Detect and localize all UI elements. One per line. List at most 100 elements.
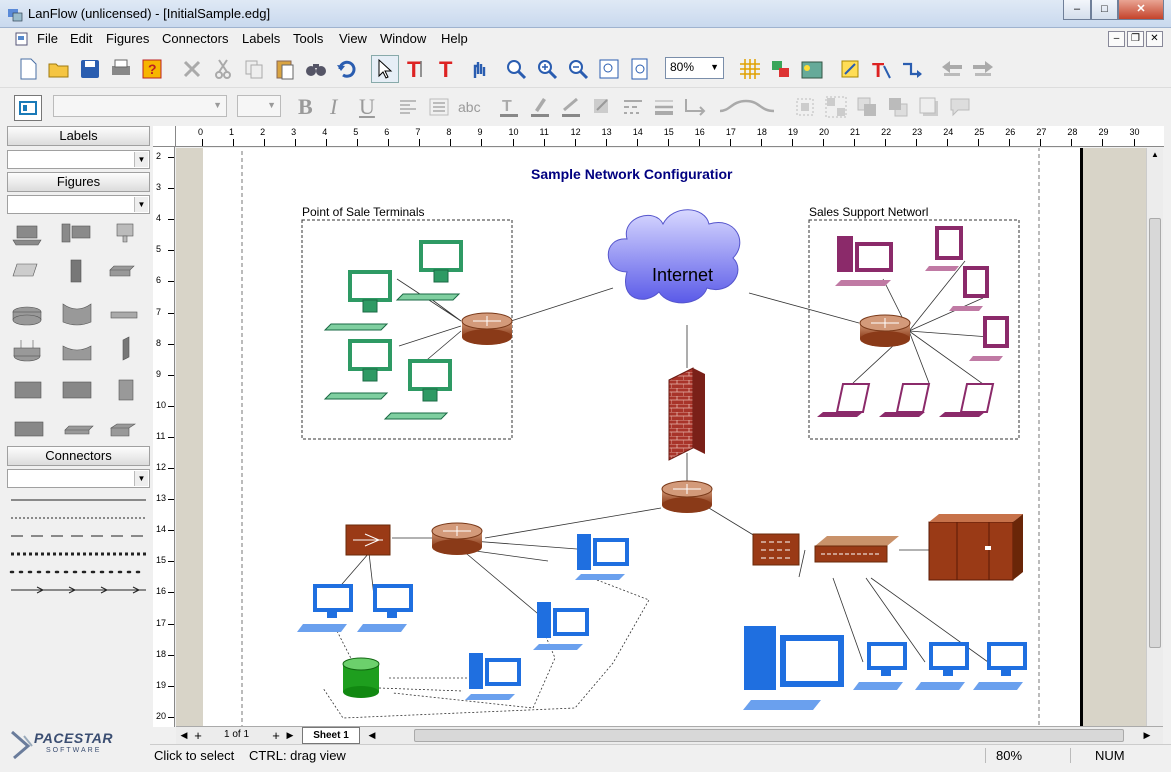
arrow-right-icon[interactable] bbox=[971, 57, 995, 81]
router-core[interactable] bbox=[661, 480, 713, 513]
undo-icon[interactable] bbox=[335, 57, 359, 81]
pan-hand-icon[interactable] bbox=[466, 57, 490, 81]
drawing-canvas[interactable]: Sample Network Configuratior Point of Sa… bbox=[176, 148, 1146, 726]
zoom-icon[interactable] bbox=[504, 57, 528, 81]
horizontal-scroll-thumb[interactable] bbox=[414, 729, 1124, 742]
connector-tool-icon[interactable] bbox=[900, 57, 924, 81]
zoom-in-icon[interactable] bbox=[535, 57, 559, 81]
send-back-icon[interactable] bbox=[886, 95, 910, 119]
curve-line-icon[interactable] bbox=[717, 95, 777, 119]
close-button[interactable]: ✕ bbox=[1118, 0, 1164, 20]
sheet-tab-1[interactable]: Sheet 1 bbox=[302, 727, 360, 744]
zoom-select[interactable]: 80% ▼ bbox=[665, 57, 724, 79]
select-pointer-icon[interactable] bbox=[371, 55, 399, 83]
drawing-page[interactable]: Sample Network Configuratior Point of Sa… bbox=[203, 148, 1083, 726]
router-lan[interactable] bbox=[431, 522, 483, 555]
labels-panel-header[interactable]: Labels bbox=[7, 126, 150, 146]
line-weight-icon[interactable] bbox=[652, 95, 676, 119]
group-left-label[interactable]: Point of Sale Terminals bbox=[302, 205, 425, 219]
align-objects-icon[interactable] bbox=[793, 95, 817, 119]
abc-spellcheck-button[interactable]: abc bbox=[458, 99, 481, 115]
menu-tools[interactable]: Tools bbox=[293, 31, 323, 46]
menu-figures[interactable]: Figures bbox=[106, 31, 149, 46]
menu-labels[interactable]: Labels bbox=[242, 31, 280, 46]
delete-icon[interactable] bbox=[180, 57, 204, 81]
justify-icon[interactable] bbox=[427, 95, 451, 119]
fill-color-icon[interactable] bbox=[14, 95, 42, 121]
group-icon[interactable] bbox=[824, 95, 848, 119]
menu-help[interactable]: Help bbox=[441, 31, 468, 46]
shadow-icon[interactable] bbox=[590, 95, 614, 119]
router-sales[interactable] bbox=[859, 314, 911, 347]
grid-icon[interactable] bbox=[738, 57, 762, 81]
line-color-icon[interactable] bbox=[559, 95, 583, 119]
font-name-select[interactable]: ▼ bbox=[53, 95, 227, 117]
first-sheet-button[interactable]: ◀ bbox=[178, 728, 190, 743]
scroll-up-icon[interactable]: ▲ bbox=[1148, 150, 1162, 164]
fill-brush-icon[interactable] bbox=[528, 95, 552, 119]
line-style-icon[interactable] bbox=[621, 95, 645, 119]
connectors-combo[interactable]: ▼ bbox=[7, 469, 150, 488]
properties-icon[interactable] bbox=[838, 57, 862, 81]
new-icon[interactable] bbox=[16, 57, 40, 81]
zoom-out-icon[interactable] bbox=[566, 57, 590, 81]
find-icon[interactable] bbox=[304, 57, 328, 81]
scroll-left-icon[interactable]: ◀ bbox=[366, 728, 378, 743]
cut-icon[interactable] bbox=[211, 57, 235, 81]
maximize-button[interactable]: □ bbox=[1091, 0, 1118, 20]
mdi-minimize-button[interactable]: – bbox=[1108, 31, 1125, 47]
copy-icon[interactable] bbox=[242, 57, 266, 81]
pos-terminals[interactable] bbox=[323, 240, 463, 420]
font-size-select[interactable]: ▼ bbox=[237, 95, 281, 117]
vertical-scroll-thumb[interactable] bbox=[1149, 218, 1161, 648]
add-sheet-right-button[interactable]: + bbox=[270, 728, 282, 743]
text-color-icon[interactable]: T bbox=[497, 95, 521, 119]
underline-button[interactable]: U bbox=[359, 94, 375, 120]
shadow-box-icon[interactable] bbox=[917, 95, 941, 119]
layers-icon[interactable] bbox=[769, 57, 793, 81]
menu-file[interactable]: File bbox=[37, 31, 58, 46]
menu-edit[interactable]: Edit bbox=[70, 31, 92, 46]
callout-icon[interactable] bbox=[948, 95, 972, 119]
mdi-restore-button[interactable]: ❐ bbox=[1127, 31, 1144, 47]
bold-button[interactable]: B bbox=[298, 94, 313, 120]
menu-connectors[interactable]: Connectors bbox=[162, 31, 228, 46]
last-sheet-button[interactable]: ▶ bbox=[284, 728, 296, 743]
bring-front-icon[interactable] bbox=[855, 95, 879, 119]
firewall[interactable] bbox=[668, 367, 705, 461]
text-format-icon[interactable]: T bbox=[869, 57, 893, 81]
group-right-label[interactable]: Sales Support Networl bbox=[809, 205, 928, 219]
help-icon[interactable]: ? bbox=[140, 57, 164, 81]
minimize-button[interactable]: – bbox=[1063, 0, 1091, 20]
connectors-panel-header[interactable]: Connectors bbox=[7, 446, 150, 466]
scroll-right-icon[interactable]: ▶ bbox=[1141, 728, 1153, 743]
italic-button[interactable]: I bbox=[330, 94, 337, 120]
router-pos[interactable] bbox=[461, 312, 513, 345]
line-routing-icon[interactable] bbox=[683, 95, 707, 119]
print-icon[interactable] bbox=[109, 57, 133, 81]
arrow-left-icon[interactable] bbox=[940, 57, 964, 81]
document-icon[interactable] bbox=[14, 31, 30, 47]
add-sheet-button[interactable]: + bbox=[192, 728, 204, 743]
sales-devices[interactable] bbox=[817, 226, 1009, 417]
internet-cloud[interactable]: Internet bbox=[607, 209, 741, 304]
figures-combo[interactable]: ▼ bbox=[7, 195, 150, 214]
menu-window[interactable]: Window bbox=[380, 31, 426, 46]
lan-pcs[interactable] bbox=[297, 534, 1027, 710]
background-icon[interactable] bbox=[800, 57, 824, 81]
zoom-fit-icon[interactable] bbox=[597, 57, 621, 81]
database-cylinder[interactable] bbox=[342, 657, 380, 698]
menu-view[interactable]: View bbox=[339, 31, 367, 46]
paste-icon[interactable] bbox=[273, 57, 297, 81]
align-left-icon[interactable] bbox=[396, 95, 420, 119]
save-icon[interactable] bbox=[78, 57, 102, 81]
hub-patch-panel[interactable] bbox=[814, 536, 899, 563]
open-icon[interactable] bbox=[47, 57, 71, 81]
zoom-page-icon[interactable] bbox=[628, 57, 652, 81]
diagram-title[interactable]: Sample Network Configuratior bbox=[531, 166, 733, 182]
mdi-close-button[interactable]: ✕ bbox=[1146, 31, 1163, 47]
mainframe-server[interactable] bbox=[928, 514, 1023, 581]
figures-panel-header[interactable]: Figures bbox=[7, 172, 150, 192]
switch-right[interactable] bbox=[752, 533, 800, 566]
text-tool-icon[interactable]: T bbox=[404, 57, 428, 81]
